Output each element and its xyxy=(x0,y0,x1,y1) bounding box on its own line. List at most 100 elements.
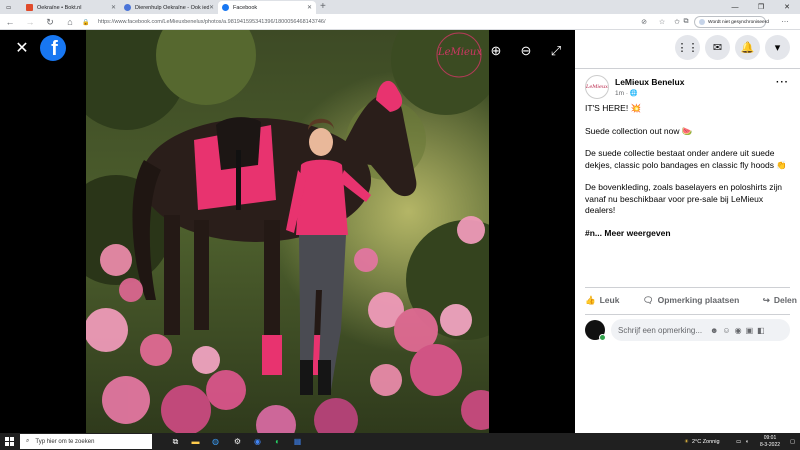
zoom-out-icon[interactable]: ⊖ xyxy=(516,41,536,61)
weather-widget[interactable]: ☀ 2°C Zonnig xyxy=(684,433,720,450)
tracking-icon[interactable]: ⊘ xyxy=(639,17,649,27)
tab-title: Oekraïne • Bokt.nl xyxy=(37,4,82,11)
volume-icon[interactable]: ◖ xyxy=(745,439,748,445)
sync-status-button[interactable]: Wordt niet gesynchroniseerd xyxy=(694,16,769,28)
post-line: IT'S HERE! 💥 xyxy=(585,103,642,113)
close-tab-icon[interactable]: ✕ xyxy=(209,4,214,11)
avatar-sticker-icon[interactable]: ☻ xyxy=(710,326,718,335)
more-options-icon[interactable]: ··· xyxy=(776,77,789,88)
windows-start-icon[interactable] xyxy=(5,437,14,446)
thumbs-up-icon: 👍 xyxy=(585,294,596,305)
fullscreen-icon[interactable]: ⤢ xyxy=(546,41,566,61)
tab-title: Facebook xyxy=(233,4,258,11)
comment-tools: ☻ ☺ ◉ ▣ ◧ xyxy=(710,326,771,335)
settings-gear-icon[interactable]: ⚙ xyxy=(232,436,243,447)
sticker-icon[interactable]: ◧ xyxy=(757,326,765,335)
tab-facebook[interactable]: Facebook ✕ xyxy=(218,1,316,14)
share-icon: ↪ xyxy=(762,294,770,305)
facebook-logo-icon[interactable]: f xyxy=(40,35,66,61)
notifications-bell-icon[interactable]: 🔔 xyxy=(735,35,760,60)
post-timestamp[interactable]: 1m · 🌐 xyxy=(615,89,638,97)
comment-placeholder: Schrijf een opmerking... xyxy=(618,325,703,335)
favorite-star-icon[interactable]: ☆ xyxy=(657,17,667,27)
notification-center-icon[interactable]: ▢ xyxy=(790,433,795,450)
reload-icon[interactable]: ↻ xyxy=(44,16,56,28)
watermark-logo: LeMieux xyxy=(438,47,482,58)
windows-taskbar: ⌕ Typ hier om te zoeken ⧉ ▬ ◍ ⚙ ◉ ◐ ▦ ☀ … xyxy=(0,433,800,450)
file-explorer-icon[interactable]: ▬ xyxy=(190,436,201,447)
browser-tab-bar: Oekraïne • Bokt.nl ✕ Dierenhulp Oekraïne… xyxy=(0,0,800,14)
comment-input[interactable]: Schrijf een opmerking... ☻ ☺ ◉ ▣ ◧ xyxy=(611,319,790,341)
post-text: IT'S HERE! 💥 Suede collection out now 🍉 … xyxy=(585,103,790,250)
close-tab-icon[interactable]: ✕ xyxy=(111,4,116,11)
divider xyxy=(585,314,790,315)
search-icon: ⌕ xyxy=(26,438,30,444)
page-avatar[interactable]: LeMieux xyxy=(585,75,609,99)
share-button[interactable]: ↪ Delen xyxy=(763,295,797,306)
browser-toolbar: ← → ↻ ⌂ 🔒 https://www.facebook.com/LeMie… xyxy=(0,14,800,30)
zoom-in-icon[interactable]: ⊕ xyxy=(486,41,506,61)
settings-menu-icon[interactable]: ⋯ xyxy=(780,17,790,27)
like-label: Leuk xyxy=(599,295,620,305)
taskbar-clock[interactable]: 09:01 8-3-2022 xyxy=(755,435,785,448)
messenger-icon[interactable]: ✉ xyxy=(705,35,730,60)
address-bar[interactable]: 🔒 https://www.facebook.com/LeMieuxbenelu… xyxy=(82,16,622,28)
system-tray: ▭ ◖ xyxy=(736,433,749,450)
whatsapp-icon[interactable]: ◐ xyxy=(272,436,283,447)
post-line: De bovenkleding, zoals baselayers en pol… xyxy=(585,182,783,215)
close-icon[interactable]: ✕ xyxy=(12,38,32,58)
close-window-icon[interactable]: ✕ xyxy=(774,0,800,14)
collections-icon[interactable]: ⧉ xyxy=(681,17,691,27)
comment-button[interactable]: 🗨 Opmerking plaatsen xyxy=(643,295,740,306)
photo-viewer: ✕ f LeMieux ⊕ ⊖ ⤢ xyxy=(0,30,575,433)
chrome-icon[interactable]: ◉ xyxy=(252,436,263,447)
divider xyxy=(585,287,790,288)
home-icon[interactable]: ⌂ xyxy=(64,16,76,28)
weather-text: 2°C Zonnig xyxy=(691,438,720,445)
profile-avatar xyxy=(699,19,705,25)
online-status-indicator xyxy=(599,334,606,341)
photo-image xyxy=(86,30,489,433)
tab-favicon xyxy=(26,4,33,11)
globe-icon: 🌐 xyxy=(629,90,638,97)
user-avatar[interactable] xyxy=(585,320,606,341)
divider xyxy=(575,68,800,69)
comment-composer: Schrijf een opmerking... ☻ ☺ ◉ ▣ ◧ xyxy=(585,319,790,343)
emoji-icon[interactable]: ☺ xyxy=(722,326,730,335)
edge-browser-icon[interactable]: ◍ xyxy=(210,436,221,447)
close-tab-icon[interactable]: ✕ xyxy=(307,4,312,11)
account-chevron-down-icon[interactable]: ▾ xyxy=(765,35,790,60)
camera-icon[interactable]: ◉ xyxy=(735,326,742,335)
post-actions: 👍 Leuk 🗨 Opmerking plaatsen ↪ Delen xyxy=(585,289,797,311)
facebook-favicon xyxy=(222,4,229,11)
forward-icon[interactable]: → xyxy=(24,16,36,28)
gif-icon[interactable]: ▣ xyxy=(746,326,754,335)
tab-actions-icon[interactable]: ▭ xyxy=(2,1,18,14)
see-more-link[interactable]: Meer weergeven xyxy=(604,228,670,238)
back-icon[interactable]: ← xyxy=(4,16,16,28)
search-placeholder: Typ hier om te zoeken xyxy=(35,438,95,445)
maximize-icon[interactable]: ❐ xyxy=(748,0,774,14)
like-button[interactable]: 👍 Leuk xyxy=(585,295,619,306)
clock-date: 8-3-2022 xyxy=(759,441,780,448)
tab-dierenhulp[interactable]: Dierenhulp Oekraïne - Ook iedere ✕ xyxy=(120,1,218,14)
tab-bokt[interactable]: Oekraïne • Bokt.nl ✕ xyxy=(22,1,120,14)
task-view-icon[interactable]: ⧉ xyxy=(170,436,181,447)
comment-icon: 🗨 xyxy=(642,294,654,305)
menu-grid-icon[interactable]: ⋮⋮ xyxy=(675,35,700,60)
app-icon[interactable]: ▦ xyxy=(292,436,303,447)
minimize-icon[interactable]: — xyxy=(722,0,748,14)
post-header: LeMieux LeMieux Benelux 1m · 🌐 ··· xyxy=(585,75,795,103)
comment-label: Opmerking plaatsen xyxy=(657,295,740,305)
taskbar-search-input[interactable]: ⌕ Typ hier om te zoeken xyxy=(20,434,152,449)
sync-label: Wordt niet gesynchroniseerd xyxy=(708,19,769,25)
tab-title: Dierenhulp Oekraïne - Ook iedere xyxy=(135,4,209,11)
network-icon[interactable]: ▭ xyxy=(736,439,741,445)
post-line: De suede collectie bestaat onder andere … xyxy=(585,148,787,170)
hashtag-link[interactable]: #n... xyxy=(585,228,602,238)
share-label: Delen xyxy=(773,295,797,305)
header-actions: ⋮⋮ ✉ 🔔 ▾ xyxy=(675,35,790,60)
new-tab-button[interactable]: + xyxy=(320,1,326,13)
url-text: https://www.facebook.com/LeMieuxbenelux/… xyxy=(98,19,326,25)
page-name-link[interactable]: LeMieux Benelux xyxy=(615,77,684,87)
